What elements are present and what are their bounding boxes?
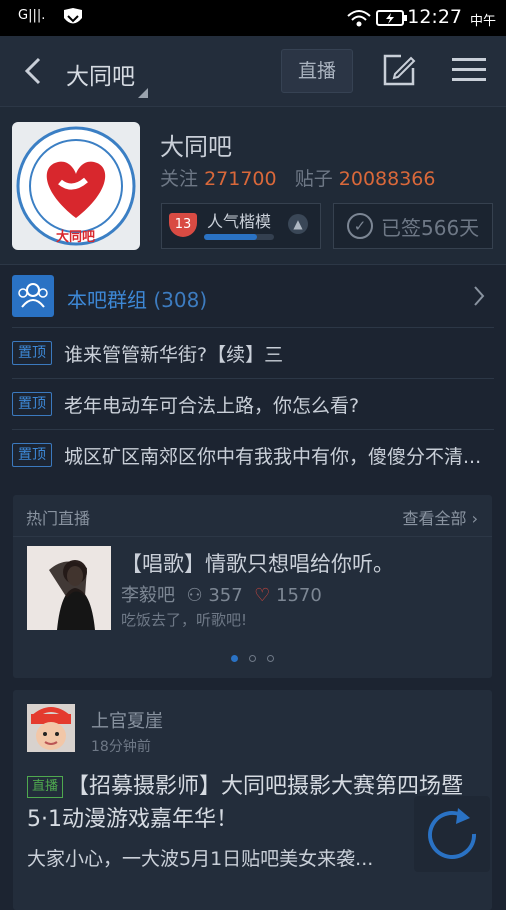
status-bar: G|||. 12:27 中午 — [0, 0, 506, 36]
viewers-icon: ⚇ — [180, 585, 203, 606]
follow-label: 关注 — [160, 168, 199, 190]
live-source: 李毅吧 — [121, 585, 175, 606]
refresh-button[interactable] — [414, 796, 490, 872]
battery-icon — [376, 10, 407, 26]
follow-count: 271700 — [204, 168, 277, 190]
forum-header: 大同吧 大同吧 关注 271700 贴子 20088366 13 人气楷模 ▲ … — [0, 107, 506, 265]
pinned-tag: 置顶 — [12, 443, 52, 467]
level-progress-bar — [204, 234, 274, 240]
live-tag: 直播 — [27, 776, 64, 798]
live-subtitle: 吃饭去了，听歌吧! — [121, 611, 248, 629]
page-dot[interactable] — [231, 655, 238, 662]
page-dot[interactable] — [267, 655, 274, 662]
like-count: 1570 — [276, 585, 322, 606]
level-box[interactable]: 13 人气楷模 ▲ — [161, 203, 321, 249]
pinned-post[interactable]: 置顶 谁来管管新华街?【续】三 — [0, 328, 506, 379]
pinned-title: 谁来管管新华街?【续】三 — [64, 344, 284, 366]
live-section-title: 热门直播 — [26, 509, 91, 528]
clock: 12:27 — [407, 6, 462, 28]
nav-title[interactable]: 大同吧 — [66, 57, 135, 91]
sign-in-button[interactable]: ✓ 已签566天 — [333, 203, 493, 249]
heart-icon: ♡ — [248, 585, 271, 606]
refresh-icon — [428, 808, 477, 859]
page-dot[interactable] — [249, 655, 256, 662]
back-icon[interactable] — [22, 56, 44, 86]
rocket-icon[interactable]: ▲ — [288, 214, 308, 234]
ampm: 中午 — [469, 14, 496, 29]
wifi-icon — [347, 10, 371, 27]
check-icon: ✓ — [347, 213, 373, 239]
pinned-title: 城区矿区南郊区你中有我我中有你，傻傻分不清... — [64, 446, 482, 468]
post-time: 18分钟前 — [91, 739, 151, 755]
author-name[interactable]: 上官夏崖 — [91, 707, 163, 733]
live-meta: 李毅吧 ⚇ 357 ♡ 1570 — [121, 581, 322, 607]
nav-bar: 大同吧 直播 — [0, 36, 506, 107]
dropdown-corner-icon — [138, 88, 148, 98]
pinned-title: 老年电动车可合法上路，你怎么看? — [64, 395, 360, 417]
group-title: 本吧群组 — [67, 288, 147, 312]
menu-icon[interactable] — [452, 56, 486, 84]
pinned-post[interactable]: 置顶 城区矿区南郊区你中有我我中有你，傻傻分不清... — [0, 430, 506, 481]
group-label: 本吧群组 (308) — [67, 284, 207, 313]
live-title[interactable]: 【唱歌】情歌只想唱给你听。 — [121, 548, 486, 578]
forum-stats: 关注 271700 贴子 20088366 — [160, 164, 436, 191]
level-badge: 13 — [169, 213, 197, 237]
posts-count: 20088366 — [338, 168, 436, 190]
logo-text: 大同吧 — [56, 230, 96, 245]
shield-icon — [64, 8, 82, 24]
pinned-post[interactable]: 置顶 老年电动车可合法上路，你怎么看? — [0, 379, 506, 430]
forum-name: 大同吧 — [160, 133, 232, 161]
live-thumbnail[interactable] — [27, 546, 111, 630]
level-progress-fill — [204, 234, 257, 240]
view-all-label: 查看全部 — [402, 509, 467, 528]
compose-icon[interactable] — [381, 52, 417, 88]
live-card: 热门直播 查看全部 › 【唱歌】情歌只想唱给你听。 李毅吧 ⚇ 357 ♡ 15… — [13, 495, 492, 678]
signal-icon: G|||. — [18, 8, 46, 23]
pinned-tag: 置顶 — [12, 341, 52, 365]
signed-label: 已签566天 — [381, 216, 480, 240]
posts-label: 贴子 — [294, 168, 333, 190]
divider — [13, 536, 492, 537]
chevron-right-icon — [474, 286, 485, 306]
post-title-text: 【招募摄影师】大同吧摄影大赛第四场暨5·1动漫游戏嘉年华！ — [27, 774, 464, 832]
group-row[interactable]: 本吧群组 (308) — [0, 265, 506, 327]
chevron-right-icon: › — [471, 509, 478, 528]
live-button[interactable]: 直播 — [281, 49, 353, 93]
pinned-tag: 置顶 — [12, 392, 52, 416]
group-icon — [12, 275, 54, 317]
group-count: (308) — [153, 288, 208, 312]
level-title: 人气楷模 — [207, 212, 272, 231]
view-all-link[interactable]: 查看全部 › — [402, 505, 478, 529]
viewer-count: 357 — [208, 585, 243, 606]
forum-logo[interactable]: 大同吧 — [12, 122, 140, 250]
avatar[interactable] — [27, 704, 75, 752]
